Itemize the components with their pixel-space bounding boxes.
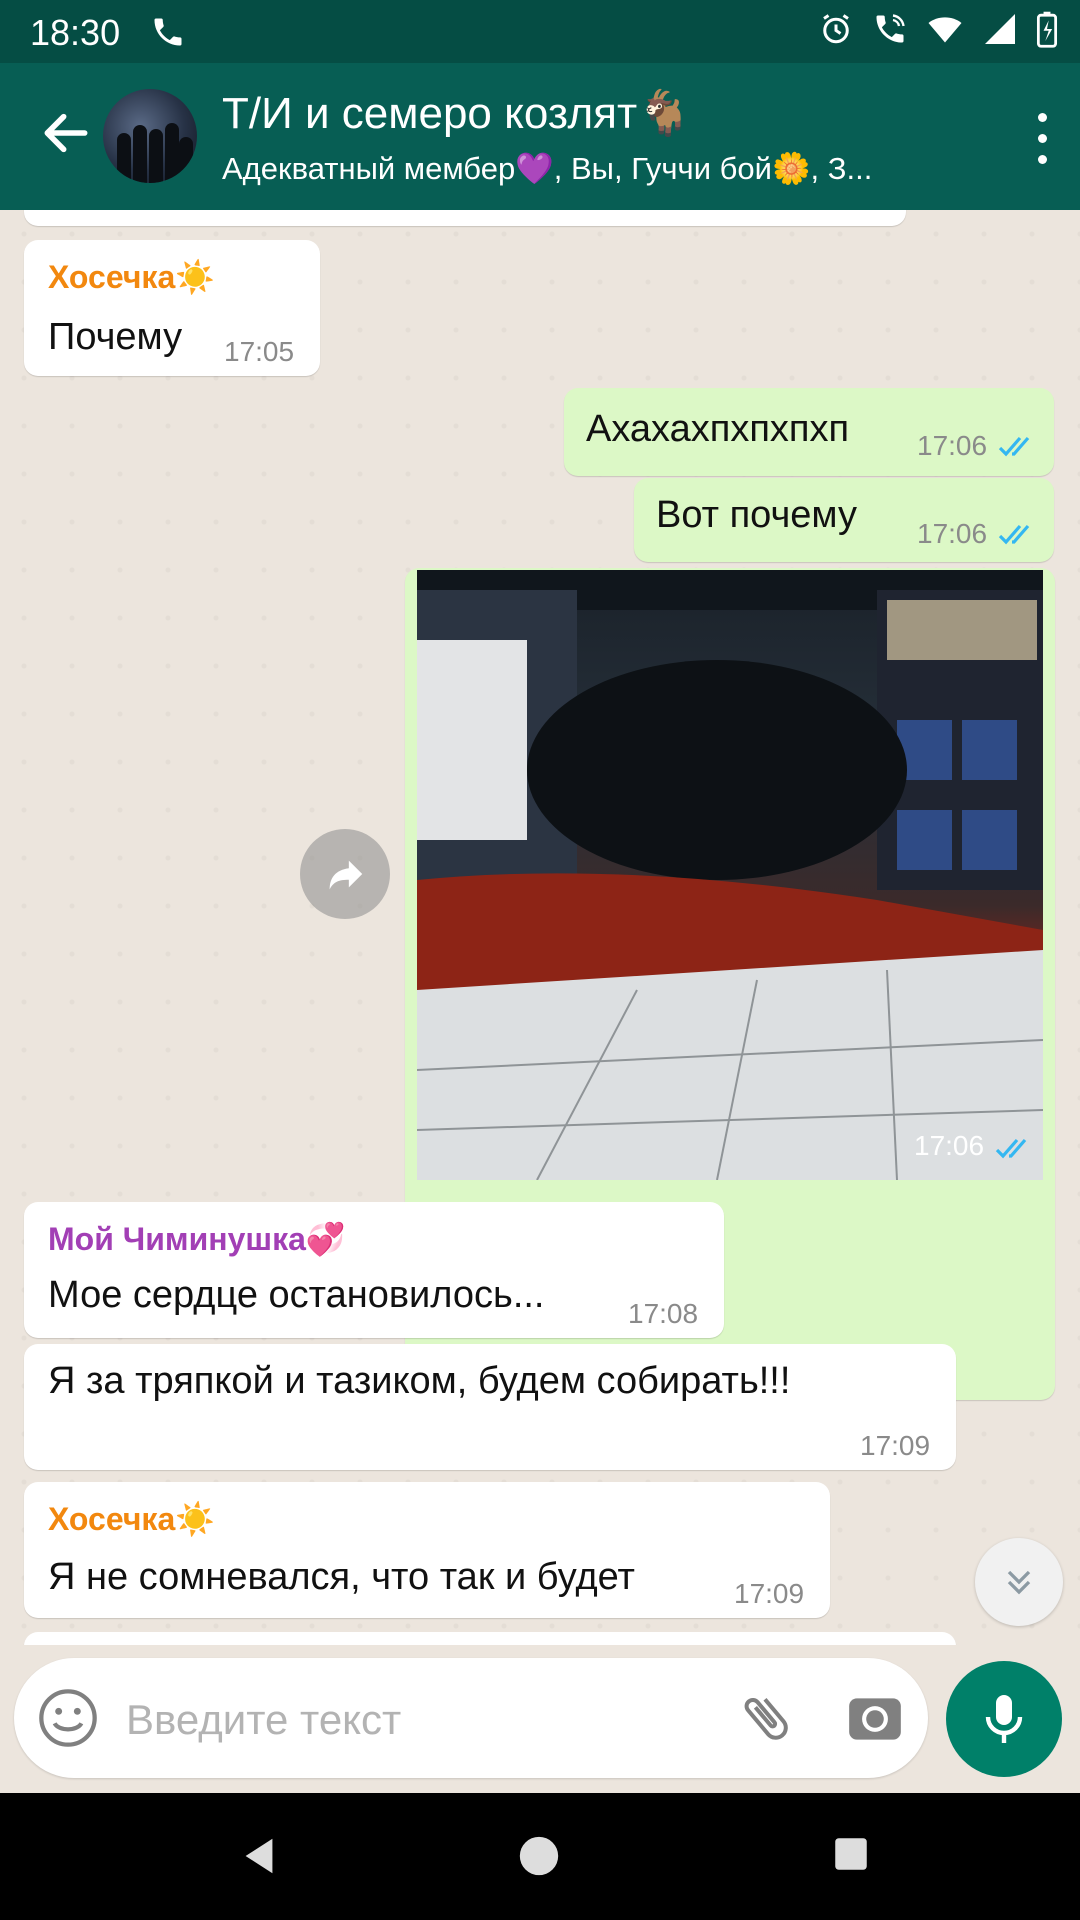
message-sender: Мой Чиминушка💞 (48, 1221, 346, 1257)
message-text: Я не сомневался, что так и будет (48, 1556, 635, 1598)
chat-participants[interactable]: Адекватный мембер💜, Вы, Гуччи бой🌼, З... (222, 150, 942, 187)
message-time: 17:06 (917, 430, 988, 461)
message-input[interactable]: Введите текст (126, 1696, 401, 1744)
emoji-icon[interactable] (36, 1686, 100, 1750)
message-bubble-partial (24, 1632, 956, 1645)
nav-back-icon[interactable] (236, 1833, 282, 1879)
mic-icon (985, 1695, 1023, 1743)
phone-icon (154, 18, 182, 46)
message-bubble[interactable]: Хосечка☀️ Почему 17:05 (24, 240, 320, 376)
read-ticks-icon (998, 524, 1030, 545)
chat-header: Т/И и семеро козлят🐐 Адекватный мембер💜,… (0, 63, 1080, 210)
image-message-time: 17:06 (914, 1130, 985, 1161)
alarm-icon (823, 14, 849, 44)
message-time: 17:08 (628, 1298, 699, 1329)
message-sender: Хосечка☀️ (48, 1501, 216, 1537)
message-bubble[interactable]: Я за тряпкой и тазиком, будем собирать!!… (24, 1344, 956, 1470)
nav-recents-icon[interactable] (830, 1833, 872, 1875)
message-text: Я за тряпкой и тазиком, будем собирать!!… (48, 1360, 791, 1402)
message-bubble[interactable]: Вот почему 17:06 (634, 478, 1054, 562)
message-time: 17:09 (860, 1430, 931, 1461)
message-time: 17:05 (224, 336, 295, 367)
battery-icon (1036, 11, 1058, 48)
message-sender: Хосечка☀️ (48, 259, 216, 295)
message-text: Мое сердце остановилось... (48, 1274, 545, 1316)
read-ticks-icon (998, 436, 1030, 457)
status-time: 18:30 (30, 12, 121, 53)
chat-area[interactable]: Хосечка☀️ Почему 17:05 Ахахахпхпхпхп 17:… (0, 210, 1080, 1645)
back-arrow-icon[interactable] (38, 105, 94, 161)
photo-illustration (417, 570, 1043, 1180)
message-bubble[interactable]: Мой Чиминушка💞 Мое сердце остановилось..… (24, 1202, 724, 1338)
wifi-call-icon (876, 14, 905, 43)
shared-photo[interactable]: 17:06 (417, 570, 1043, 1180)
message-time: 17:09 (734, 1578, 805, 1609)
forward-button[interactable] (300, 829, 390, 919)
message-bubble[interactable]: Ахахахпхпхпхп 17:06 (564, 388, 1054, 476)
message-text: Ахахахпхпхпхп (586, 408, 850, 450)
attach-icon[interactable] (736, 1688, 796, 1748)
message-text: Вот почему (656, 494, 857, 536)
system-nav-bar (0, 1793, 1080, 1920)
message-text: Почему (48, 316, 183, 358)
message-composer: Введите текст (14, 1658, 928, 1778)
group-avatar[interactable] (103, 89, 197, 183)
more-vert-icon[interactable] (1034, 113, 1050, 176)
message-time: 17:06 (917, 518, 988, 549)
nav-home-icon[interactable] (516, 1833, 562, 1879)
scroll-down-icon (1007, 1570, 1031, 1595)
camera-icon[interactable] (844, 1688, 906, 1750)
scroll-to-bottom-button[interactable] (975, 1538, 1063, 1626)
forward-icon (329, 860, 363, 890)
read-ticks-icon (995, 1138, 1027, 1159)
message-bubble-partial (24, 210, 906, 226)
chat-title[interactable]: Т/И и семеро козлят🐐 (222, 87, 692, 139)
message-bubble[interactable]: Хосечка☀️ Я не сомневался, что так и буд… (24, 1482, 830, 1618)
mic-button[interactable] (946, 1661, 1062, 1777)
wifi-icon (928, 17, 962, 43)
signal-icon (985, 14, 1015, 44)
status-bar: 18:30 (0, 0, 1080, 63)
